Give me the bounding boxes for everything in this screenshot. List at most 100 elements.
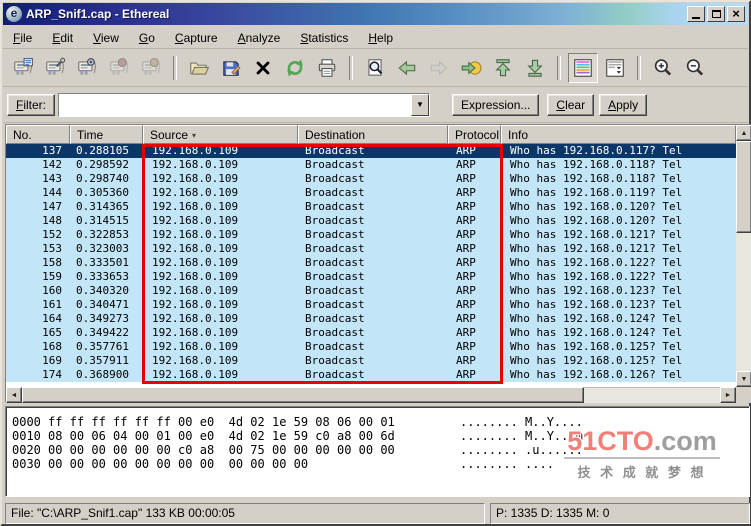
- packet-row-144[interactable]: 1440.305360192.168.0.109BroadcastARPWho …: [6, 186, 736, 200]
- menu-capture[interactable]: Capture: [165, 29, 228, 47]
- menu-go[interactable]: Go: [129, 29, 165, 47]
- cell-time: 0.322853: [70, 228, 143, 242]
- expression-button[interactable]: Expression...: [452, 94, 539, 116]
- cell-protocol: ARP: [448, 200, 501, 214]
- hex-bytes: 08 00 06 04 00 01 00 e0 4d 02 1e 59 c0 a…: [48, 429, 460, 443]
- cell-protocol: ARP: [448, 256, 501, 270]
- scroll-right-button[interactable]: ►: [720, 387, 736, 403]
- find-packet-button[interactable]: [360, 53, 390, 83]
- cell-destination: Broadcast: [298, 228, 448, 242]
- packet-row-174[interactable]: 1740.368900192.168.0.109BroadcastARPWho …: [6, 368, 736, 382]
- go-to-packet-button[interactable]: [456, 53, 486, 83]
- cell-no: 164: [6, 312, 70, 326]
- open-file-button[interactable]: [184, 53, 214, 83]
- go-back-button[interactable]: [392, 53, 422, 83]
- column-header-protocol[interactable]: Protocol: [448, 125, 501, 144]
- cell-info: Who has 192.168.0.121? Tel: [501, 228, 736, 242]
- column-header-time[interactable]: Time: [70, 125, 143, 144]
- packet-row-142[interactable]: 1420.298592192.168.0.109BroadcastARPWho …: [6, 158, 736, 172]
- column-header-source[interactable]: Source▾: [143, 125, 298, 144]
- packet-row-164[interactable]: 1640.349273192.168.0.109BroadcastARPWho …: [6, 312, 736, 326]
- filter-input[interactable]: [59, 94, 411, 116]
- cell-info: Who has 192.168.0.117? Tel: [501, 144, 736, 158]
- menu-view[interactable]: View: [83, 29, 129, 47]
- hex-offset: 0020: [6, 443, 48, 457]
- hex-dump-pane[interactable]: 0000ff ff ff ff ff ff 00 e0 4d 02 1e 59 …: [5, 406, 750, 497]
- packet-row-168[interactable]: 1680.357761192.168.0.109BroadcastARPWho …: [6, 340, 736, 354]
- horizontal-scrollbar-thumb[interactable]: [22, 387, 584, 403]
- scroll-left-button[interactable]: ◄: [6, 387, 22, 403]
- capture-restart-button[interactable]: [136, 53, 166, 83]
- cell-source: 192.168.0.109: [143, 186, 298, 200]
- cell-time: 0.357911: [70, 354, 143, 368]
- clear-button[interactable]: Clear: [547, 94, 594, 116]
- capture-stop-button[interactable]: [104, 53, 134, 83]
- menu-edit[interactable]: Edit: [42, 29, 83, 47]
- column-header-no[interactable]: No.: [6, 125, 70, 144]
- window-controls: ×: [687, 6, 745, 22]
- packet-row-153[interactable]: 1530.323003192.168.0.109BroadcastARPWho …: [6, 242, 736, 256]
- maximize-button[interactable]: [707, 6, 725, 22]
- cell-time: 0.349273: [70, 312, 143, 326]
- packet-row-137[interactable]: 1370.288105192.168.0.109BroadcastARPWho …: [6, 144, 736, 158]
- cell-destination: Broadcast: [298, 214, 448, 228]
- cell-source: 192.168.0.109: [143, 158, 298, 172]
- cell-info: Who has 192.168.0.122? Tel: [501, 270, 736, 284]
- zoom-out-button[interactable]: [680, 53, 710, 83]
- chevron-down-icon: ▼: [416, 101, 424, 109]
- capture-options-button[interactable]: [40, 53, 70, 83]
- close-button[interactable]: ×: [727, 6, 745, 22]
- packet-row-165[interactable]: 1650.349422192.168.0.109BroadcastARPWho …: [6, 326, 736, 340]
- column-header-destination[interactable]: Destination: [298, 125, 448, 144]
- packet-row-159[interactable]: 1590.333653192.168.0.109BroadcastARPWho …: [6, 270, 736, 284]
- forward-arrow-icon: [428, 57, 450, 79]
- cell-source: 192.168.0.109: [143, 340, 298, 354]
- filter-dropdown-button[interactable]: ▼: [411, 94, 429, 116]
- toolbar-separator: [349, 56, 353, 80]
- go-to-top-button[interactable]: [488, 53, 518, 83]
- packet-row-147[interactable]: 1470.314365192.168.0.109BroadcastARPWho …: [6, 200, 736, 214]
- scroll-down-button[interactable]: ▼: [736, 371, 751, 387]
- ethereal-logo-icon[interactable]: e: [6, 6, 22, 22]
- filter-button[interactable]: Filter:: [7, 94, 55, 116]
- print-button[interactable]: [312, 53, 342, 83]
- packet-row-160[interactable]: 1600.340320192.168.0.109BroadcastARPWho …: [6, 284, 736, 298]
- scroll-up-button[interactable]: ▲: [736, 125, 751, 141]
- cell-time: 0.357761: [70, 340, 143, 354]
- menu-statistics[interactable]: Statistics: [290, 29, 358, 47]
- go-to-bottom-button[interactable]: [520, 53, 550, 83]
- cell-protocol: ARP: [448, 172, 501, 186]
- packet-row-169[interactable]: 1690.357911192.168.0.109BroadcastARPWho …: [6, 354, 736, 368]
- save-file-button[interactable]: [216, 53, 246, 83]
- auto-scroll-button[interactable]: [600, 53, 630, 83]
- arrow-right-icon: ►: [725, 392, 732, 399]
- go-forward-button[interactable]: [424, 53, 454, 83]
- cell-protocol: ARP: [448, 270, 501, 284]
- cell-destination: Broadcast: [298, 172, 448, 186]
- capture-start-button[interactable]: [72, 53, 102, 83]
- packet-row-148[interactable]: 1480.314515192.168.0.109BroadcastARPWho …: [6, 214, 736, 228]
- scrollbar-corner: [736, 387, 751, 403]
- reload-button[interactable]: [280, 53, 310, 83]
- vertical-scrollbar-thumb[interactable]: [736, 141, 751, 233]
- toolbar-separator: [173, 56, 177, 80]
- packet-row-143[interactable]: 1430.298740192.168.0.109BroadcastARPWho …: [6, 172, 736, 186]
- cell-time: 0.314365: [70, 200, 143, 214]
- column-header-info[interactable]: Info: [501, 125, 736, 144]
- close-file-button[interactable]: [248, 53, 278, 83]
- packet-row-152[interactable]: 1520.322853192.168.0.109BroadcastARPWho …: [6, 228, 736, 242]
- zoom-in-button[interactable]: [648, 53, 678, 83]
- auto-scroll-icon: [604, 57, 626, 79]
- packet-row-158[interactable]: 1580.333501192.168.0.109BroadcastARPWho …: [6, 256, 736, 270]
- colorize-button[interactable]: [568, 53, 598, 83]
- hex-ascii: ........ ....: [460, 457, 554, 471]
- menu-file[interactable]: File: [3, 29, 42, 47]
- interface-list-button[interactable]: [8, 53, 38, 83]
- menu-help[interactable]: Help: [358, 29, 403, 47]
- minimize-button[interactable]: [687, 6, 705, 22]
- packet-row-161[interactable]: 1610.340471192.168.0.109BroadcastARPWho …: [6, 298, 736, 312]
- menu-analyze[interactable]: Analyze: [228, 29, 291, 47]
- cell-protocol: ARP: [448, 368, 501, 382]
- apply-button[interactable]: Apply: [599, 94, 647, 116]
- cell-protocol: ARP: [448, 242, 501, 256]
